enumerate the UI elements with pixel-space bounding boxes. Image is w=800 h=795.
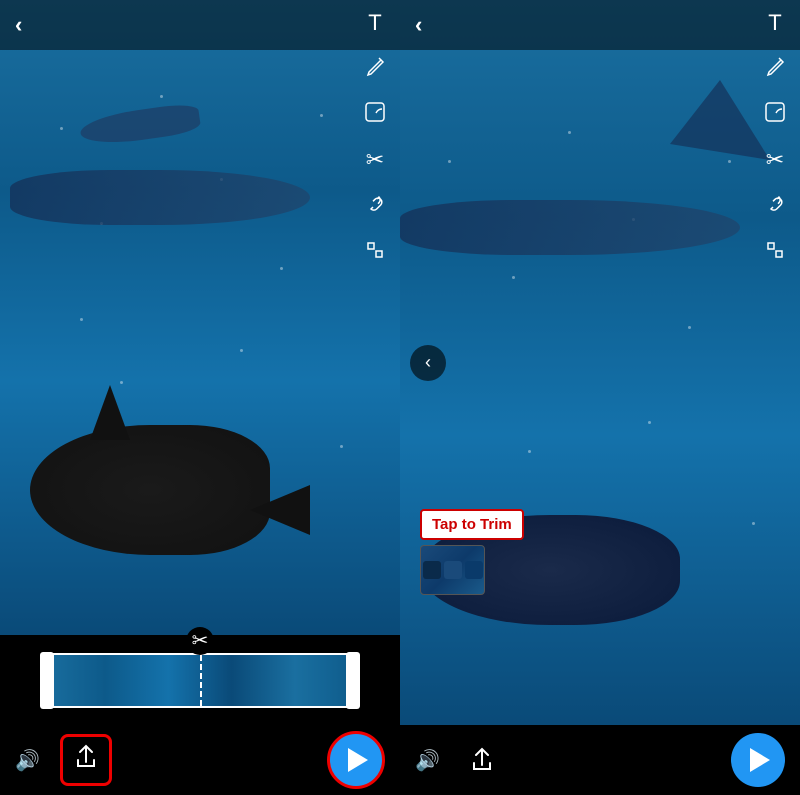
tap-to-trim-badge[interactable]: Tap to Trim <box>420 509 524 540</box>
left-bottom-bar: 🔊 <box>0 725 400 795</box>
left-sticker-icon[interactable] <box>360 101 390 129</box>
right-scissors-icon[interactable]: ✂ <box>760 147 790 173</box>
left-share-icon <box>75 744 97 776</box>
right-top-bar: ‹ <box>400 0 800 50</box>
timeline-scissors[interactable]: ✂ <box>186 627 214 655</box>
right-bottom-bar: 🔊 <box>400 725 800 795</box>
left-top-bar: ‹ <box>0 0 400 50</box>
left-volume-icon[interactable]: 🔊 <box>15 748 40 773</box>
left-play-triangle <box>348 748 368 772</box>
right-share-button[interactable] <box>460 738 504 782</box>
left-share-button[interactable] <box>60 734 112 786</box>
right-video-area: ‹ T ✂ <box>400 0 800 725</box>
right-volume-icon[interactable]: 🔊 <box>415 748 440 773</box>
timeline-handle-left[interactable] <box>40 652 54 709</box>
right-chevron-left-button[interactable]: ‹ <box>410 345 446 381</box>
left-video-bg <box>0 0 400 635</box>
right-toolbar: T ✂ <box>760 10 790 267</box>
timeline-container[interactable]: ✂ <box>40 653 360 708</box>
right-crop-icon[interactable] <box>760 239 790 267</box>
right-pencil-icon[interactable] <box>760 54 790 83</box>
left-panel: ‹ T ✂ <box>0 0 400 795</box>
left-timeline-area: ✂ <box>0 635 400 725</box>
left-crop-icon[interactable] <box>360 239 390 267</box>
left-pencil-icon[interactable] <box>360 54 390 83</box>
timeline-playhead <box>200 655 202 706</box>
tap-to-trim-area: Tap to Trim <box>420 509 524 595</box>
right-link-icon[interactable] <box>760 191 790 221</box>
left-scissors-icon[interactable]: ✂ <box>360 147 390 173</box>
right-play-button[interactable] <box>731 733 785 787</box>
left-text-icon[interactable]: T <box>360 10 390 36</box>
left-link-icon[interactable] <box>360 191 390 221</box>
left-video-area: ‹ T ✂ <box>0 0 400 635</box>
right-sticker-icon[interactable] <box>760 101 790 129</box>
left-play-button[interactable] <box>327 731 385 789</box>
right-panel: ‹ T ✂ <box>400 0 800 795</box>
left-back-button[interactable]: ‹ <box>15 12 22 38</box>
right-video-bg <box>400 0 800 725</box>
timeline-handle-right[interactable] <box>346 652 360 709</box>
left-toolbar: T ✂ <box>360 10 390 267</box>
tap-to-trim-thumbnail[interactable] <box>420 545 485 595</box>
right-play-triangle <box>750 748 770 772</box>
right-back-button[interactable]: ‹ <box>415 12 422 38</box>
right-text-icon[interactable]: T <box>760 10 790 36</box>
